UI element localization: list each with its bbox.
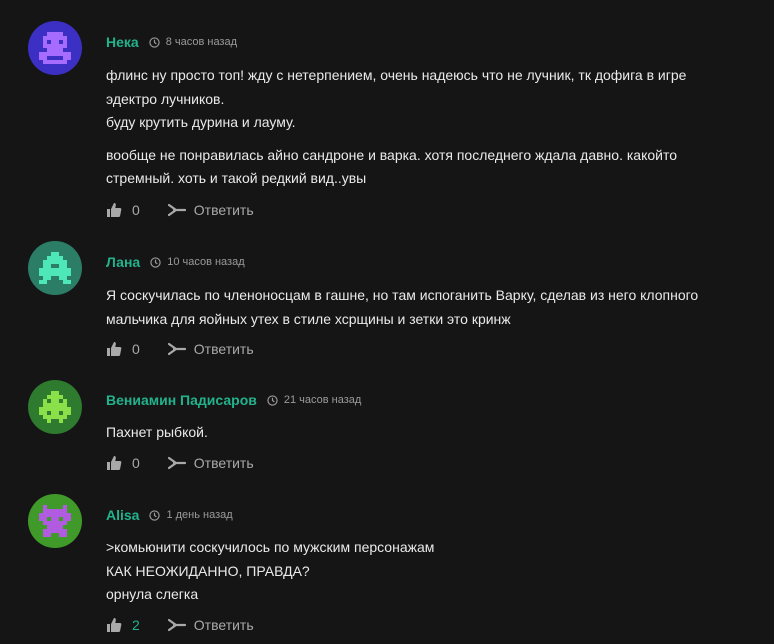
- comment-line: орнула слегка: [106, 586, 199, 602]
- reply-label: Ответить: [193, 617, 254, 633]
- timestamp-text: 8 часов назад: [165, 36, 238, 48]
- like-button[interactable]: 0: [106, 341, 140, 357]
- timestamp: 21 часов назад: [267, 394, 361, 406]
- comment-actions: 2 Ответить: [106, 615, 254, 635]
- timestamp: 1 день назад: [149, 509, 233, 521]
- comment-body: Я соскучилась по членоносцам в гашне, но…: [106, 284, 766, 331]
- reply-arrow-icon: [167, 342, 186, 356]
- comment-line: флинс ну просто топ! жду с нетерпением, …: [106, 67, 687, 83]
- clock-icon: [150, 256, 161, 268]
- like-button[interactable]: 2: [106, 617, 140, 633]
- comments-panel: Нека 8 часов назад флинс ну просто топ! …: [0, 0, 774, 644]
- comment-actions: 0 Ответить: [106, 200, 254, 220]
- avatar[interactable]: [28, 241, 82, 295]
- author-name[interactable]: Нека: [106, 34, 139, 50]
- comment-line: стремный. хоть и такой редкий вид..увы: [106, 170, 367, 186]
- clock-icon: [149, 36, 160, 48]
- author-name[interactable]: Вениамин Падисаров: [106, 392, 257, 408]
- comment-line: КАК НЕОЖИДАННО, ПРАВДА?: [106, 562, 310, 579]
- avatar[interactable]: [28, 494, 82, 548]
- reply-arrow-icon: [167, 203, 186, 217]
- comment-line: Пахнет рыбкой.: [106, 424, 208, 440]
- reply-arrow-icon: [167, 456, 186, 470]
- like-count: 0: [132, 341, 140, 357]
- timestamp-text: 21 часов назад: [283, 394, 362, 406]
- clock-icon: [267, 394, 278, 406]
- comment-line: эдектро лучников.: [106, 90, 225, 107]
- comment-line: >комьюнити соскучилось по мужским персон…: [106, 539, 435, 555]
- avatar[interactable]: [28, 380, 82, 434]
- thumbs-up-icon: [107, 456, 122, 470]
- thumbs-up-icon: [107, 203, 122, 217]
- avatar[interactable]: [28, 21, 82, 75]
- comment-actions: 0 Ответить: [106, 339, 254, 359]
- like-button[interactable]: 0: [106, 202, 140, 218]
- comment-line: Я соскучилась по членоносцам в гашне, но…: [106, 287, 699, 303]
- comment-actions: 0 Ответить: [106, 453, 254, 473]
- comment-header: Нека 8 часов назад: [106, 32, 237, 52]
- comment-line: буду крутить дурина и лауму.: [106, 114, 296, 130]
- like-button[interactable]: 0: [106, 455, 140, 471]
- pixel-avatar-icon: [39, 505, 71, 537]
- reply-label: Ответить: [193, 202, 254, 218]
- reply-button[interactable]: Ответить: [167, 455, 254, 471]
- timestamp-text: 1 день назад: [166, 509, 233, 521]
- comment-header: Вениамин Падисаров 21 часов назад: [106, 390, 361, 410]
- thumbs-up-icon: [107, 342, 122, 356]
- timestamp-text: 10 часов назад: [167, 256, 245, 268]
- like-count: 0: [132, 202, 140, 218]
- like-count: 2: [132, 617, 140, 633]
- comment-line: мальчика для яойных утех в стиле хсрщины…: [106, 310, 511, 327]
- reply-label: Ответить: [193, 455, 254, 471]
- reply-arrow-icon: [167, 618, 186, 632]
- comment-header: Лана 10 часов назад: [106, 252, 245, 272]
- clock-icon: [149, 509, 161, 521]
- like-count: 0: [132, 455, 140, 471]
- thumbs-up-icon: [107, 618, 122, 632]
- pixel-avatar-icon: [39, 252, 71, 284]
- reply-label: Ответить: [193, 341, 254, 357]
- comment-body: >комьюнити соскучилось по мужским персон…: [106, 536, 766, 607]
- comment-line: вообще не понравилась айно сандроне и ва…: [106, 146, 678, 163]
- reply-button[interactable]: Ответить: [167, 617, 254, 633]
- comment-body: флинс ну просто топ! жду с нетерпением, …: [106, 64, 766, 191]
- reply-button[interactable]: Ответить: [167, 341, 254, 357]
- author-name[interactable]: Лана: [106, 254, 140, 270]
- comment-header: Alisa 1 день назад: [106, 505, 233, 525]
- timestamp: 8 часов назад: [149, 36, 237, 48]
- timestamp: 10 часов назад: [150, 256, 245, 268]
- author-name[interactable]: Alisa: [106, 507, 139, 523]
- reply-button[interactable]: Ответить: [167, 202, 254, 218]
- comment-body: Пахнет рыбкой.: [106, 421, 766, 445]
- pixel-avatar-icon: [39, 32, 71, 64]
- pixel-avatar-icon: [39, 391, 71, 423]
